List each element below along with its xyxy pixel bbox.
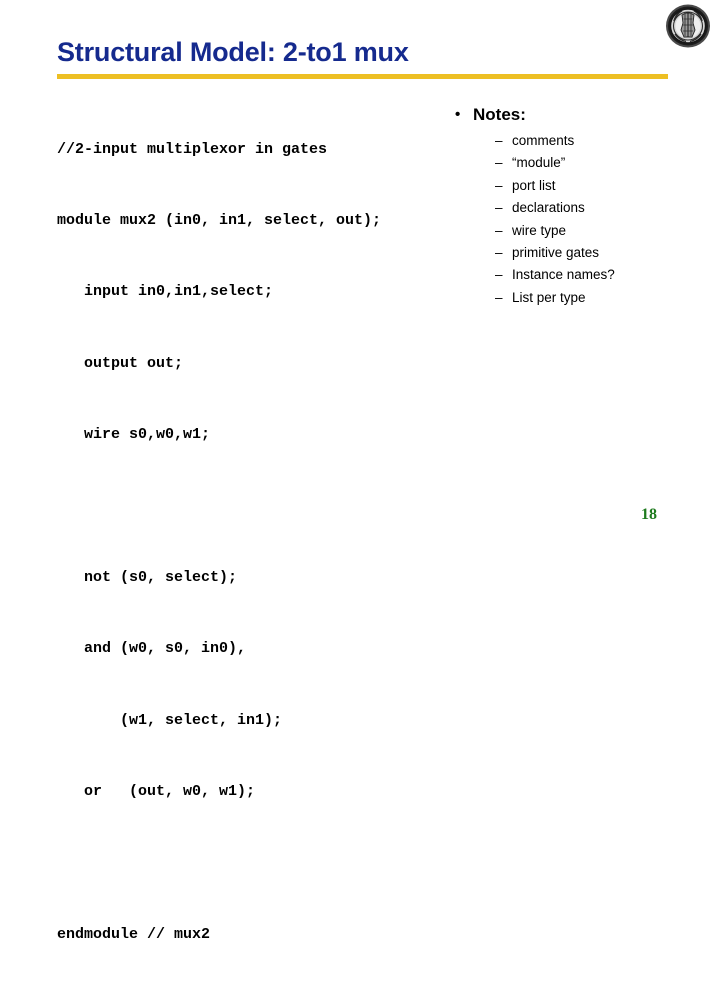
notes-panel: • Notes: – comments – “module” – port li… bbox=[455, 104, 705, 309]
slide-canvas: Structural Model: 2-to1 mux //2-input mu… bbox=[0, 0, 720, 943]
dash-icon: – bbox=[495, 267, 503, 283]
dash-icon: – bbox=[495, 222, 503, 238]
code-line: input in0,in1,select; bbox=[57, 283, 274, 301]
list-item: – primitive gates bbox=[455, 242, 705, 264]
list-item-label: primitive gates bbox=[512, 244, 600, 260]
code-line: //2-input multiplexor in gates bbox=[57, 140, 328, 158]
university-seal-logo bbox=[664, 3, 712, 49]
code-line: output out; bbox=[57, 354, 184, 372]
code-line: module mux2 (in0, in1, select, out); bbox=[57, 211, 382, 229]
verilog-code-block: //2-input multiplexor in gates module mu… bbox=[57, 90, 457, 994]
notes-sublist: – comments – “module” – port list – decl… bbox=[455, 130, 705, 309]
code-line: and (w0, s0, in0), bbox=[57, 640, 247, 658]
list-item-label: wire type bbox=[512, 222, 567, 238]
list-item: – port list bbox=[455, 175, 705, 197]
notes-heading-label: Notes: bbox=[473, 105, 526, 124]
code-line: or (out, w0, w1); bbox=[57, 783, 256, 801]
dash-icon: – bbox=[495, 289, 503, 305]
bullet-icon: • bbox=[455, 106, 461, 123]
list-item-label: comments bbox=[512, 133, 575, 148]
list-item-label: port list bbox=[512, 177, 556, 193]
slide-title: Structural Model: 2-to1 mux bbox=[57, 37, 409, 67]
list-item: – comments bbox=[455, 130, 705, 152]
dash-icon: – bbox=[495, 133, 503, 148]
dash-icon: – bbox=[495, 155, 503, 171]
code-line: not (s0, select); bbox=[57, 568, 238, 586]
notes-heading: • Notes: bbox=[455, 104, 705, 126]
dash-icon: – bbox=[495, 244, 503, 260]
code-line: endmodule // mux2 bbox=[57, 925, 211, 943]
code-line: (w1, select, in1); bbox=[57, 711, 283, 729]
list-item-label: “module” bbox=[512, 155, 566, 171]
list-item: – Instance names? bbox=[455, 264, 705, 286]
code-line: wire s0,w0,w1; bbox=[57, 426, 211, 444]
page-number: 18 bbox=[641, 506, 657, 523]
list-item-label: List per type bbox=[512, 289, 586, 305]
title-divider bbox=[57, 74, 668, 79]
dash-icon: – bbox=[495, 177, 503, 193]
dash-icon: – bbox=[495, 200, 503, 216]
list-item: – “module” bbox=[455, 152, 705, 174]
list-item: – declarations bbox=[455, 197, 705, 219]
list-item: – wire type bbox=[455, 220, 705, 242]
list-item-label: Instance names? bbox=[512, 267, 615, 283]
list-item-label: declarations bbox=[512, 200, 585, 216]
list-item: – List per type bbox=[455, 287, 705, 309]
